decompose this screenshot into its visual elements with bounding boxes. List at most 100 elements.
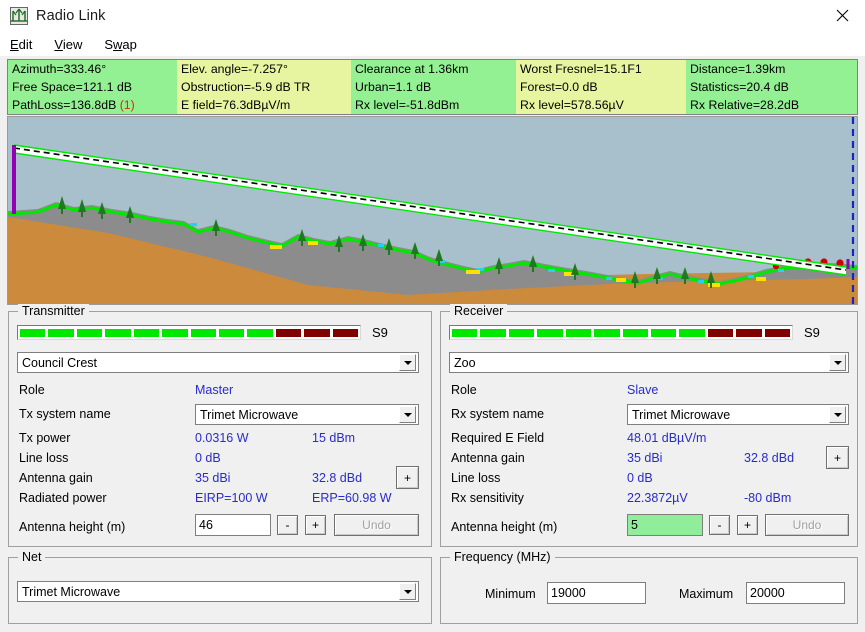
info-clearance: Clearance at 1.36km — [355, 62, 469, 76]
info-row: Azimuth=333.46° Elev. angle=-7.257° Clea… — [8, 60, 857, 78]
receiver-meter-bar — [449, 325, 793, 340]
value-tx-line-loss: 0 dB — [195, 451, 221, 465]
chevron-down-icon[interactable] — [829, 354, 846, 371]
chevron-down-icon[interactable] — [399, 583, 416, 600]
meter-segment — [452, 328, 478, 337]
meter-segment — [537, 328, 563, 337]
receiver-height-decrement-button[interactable]: - — [709, 515, 730, 535]
menu-item-view[interactable]: View — [54, 37, 82, 52]
meter-segment — [332, 328, 359, 337]
meter-segment — [20, 328, 46, 337]
transmitter-height-decrement-button[interactable]: - — [277, 515, 298, 535]
value-tx-erp: ERP=60.98 W — [312, 491, 392, 505]
receiver-site-combo[interactable]: Zoo — [449, 352, 849, 373]
receiver-group: Receiver S9 Zoo Role Slave Rx system nam… — [440, 304, 858, 547]
meter-segment — [480, 328, 506, 337]
info-obstruction: Obstruction=-5.9 dB TR — [177, 78, 351, 96]
meter-segment — [650, 328, 677, 337]
label-rx-antenna-gain: Antenna gain — [451, 451, 525, 465]
info-pathloss-value: PathLoss=136.8dB — [12, 98, 120, 112]
info-distance: Distance=1.39km — [690, 62, 786, 76]
info-free-space: Free Space=121.1 dB — [8, 78, 177, 96]
chevron-down-icon[interactable] — [829, 406, 846, 423]
meter-segment — [304, 328, 330, 337]
info-pathloss-warning: (1) — [119, 98, 135, 112]
transmitter-height-increment-button[interactable]: + — [305, 515, 326, 535]
transmitter-antenna-gain-plus-button[interactable]: + — [396, 466, 419, 489]
label-tx-role: Role — [19, 383, 45, 397]
info-forest: Forest=0.0 dB — [516, 78, 686, 96]
receiver-signal-meter: S9 — [449, 325, 820, 340]
terrain-profile-view[interactable] — [7, 116, 858, 305]
receiver-antenna-height-input[interactable]: 5 — [627, 514, 703, 536]
frequency-minimum-input[interactable]: 19000 — [547, 582, 646, 604]
value-tx-power-dbm: 15 dBm — [312, 431, 356, 445]
meter-segment — [190, 328, 216, 337]
meter-segment — [764, 328, 791, 337]
info-row: PathLoss=136.8dB (1) E field=76.3dBµV/m … — [8, 96, 857, 114]
net-group: Net Trimet Microwave — [8, 550, 432, 624]
meter-segment — [508, 328, 535, 337]
label-rx-antenna-height: Antenna height (m) — [451, 520, 558, 534]
value-tx-antenna-gain-dbi: 35 dBi — [195, 471, 231, 485]
receiver-height-increment-button[interactable]: + — [737, 515, 758, 535]
value-rx-line-loss: 0 dB — [627, 471, 653, 485]
menu-item-edit[interactable]: Edit — [10, 37, 32, 52]
transmitter-meter-label: S9 — [372, 325, 388, 340]
chevron-down-icon[interactable] — [399, 406, 416, 423]
meter-segment — [48, 328, 74, 337]
transmitter-site-combo[interactable]: Council Crest — [17, 352, 419, 373]
link-summary-panel: Azimuth=333.46° Elev. angle=-7.257° Clea… — [7, 59, 858, 115]
meter-segment — [707, 328, 734, 337]
transmitter-site-value: Council Crest — [22, 355, 98, 370]
close-button[interactable] — [819, 0, 865, 31]
transmitter-antenna-height-input[interactable]: 46 — [195, 514, 271, 536]
info-elev-angle: Elev. angle=-7.257° — [177, 60, 351, 78]
label-tx-antenna-gain: Antenna gain — [19, 471, 93, 485]
label-tx-radiated-power: Radiated power — [19, 491, 107, 505]
receiver-undo-button[interactable]: Undo — [765, 514, 849, 536]
title-bar: Radio Link — [0, 0, 865, 32]
receiver-system-combo[interactable]: Trimet Microwave — [627, 404, 849, 425]
meter-segment — [162, 328, 188, 337]
transmitter-signal-meter: S9 — [17, 325, 388, 340]
meter-segment — [565, 328, 592, 337]
receiver-meter-label: S9 — [804, 325, 820, 340]
label-tx-antenna-height: Antenna height (m) — [19, 520, 126, 534]
info-statistics: Statistics=20.4 dB — [686, 78, 857, 96]
info-worst-fresnel: Worst Fresnel=15.1F1 — [516, 60, 686, 78]
label-rx-system-name: Rx system name — [451, 407, 545, 421]
terrain-profile-svg — [8, 117, 857, 304]
transmitter-system-combo[interactable]: Trimet Microwave — [195, 404, 419, 425]
value-rx-sensitivity-uv: 22.3872µV — [627, 491, 688, 505]
antenna-icon — [10, 7, 28, 25]
menu-bar: Edit View Swap — [0, 32, 865, 56]
receiver-antenna-gain-plus-button[interactable]: + — [826, 446, 849, 469]
meter-segment — [76, 328, 103, 337]
transmitter-system-value: Trimet Microwave — [200, 407, 299, 422]
label-frequency-maximum: Maximum — [679, 587, 734, 601]
info-rx-level-dbm: Rx level=-51.8dBm — [355, 98, 460, 112]
label-tx-power: Tx power — [19, 431, 71, 445]
meter-segment — [105, 328, 131, 337]
info-e-field: E field=76.3dBµV/m — [177, 96, 351, 114]
label-rx-sensitivity: Rx sensitivity — [451, 491, 524, 505]
transmitter-undo-button[interactable]: Undo — [334, 514, 419, 536]
net-value: Trimet Microwave — [22, 584, 121, 599]
meter-segment — [218, 328, 245, 337]
label-tx-line-loss: Line loss — [19, 451, 69, 465]
info-rx-relative: Rx Relative=28.2dB — [690, 98, 800, 112]
meter-segment — [679, 328, 705, 337]
frequency-group-title: Frequency (MHz) — [450, 550, 555, 564]
chevron-down-icon[interactable] — [399, 354, 416, 371]
frequency-maximum-input[interactable]: 20000 — [746, 582, 845, 604]
receiver-site-value: Zoo — [454, 355, 476, 370]
menu-item-swap[interactable]: Swap — [104, 37, 137, 52]
value-tx-eirp: EIRP=100 W — [195, 491, 268, 505]
receiver-group-title: Receiver — [450, 304, 508, 318]
transmitter-meter-bar — [17, 325, 361, 340]
info-urban: Urban=1.1 dB — [351, 78, 516, 96]
meter-segment — [622, 328, 648, 337]
label-frequency-minimum: Minimum — [485, 587, 536, 601]
net-combo[interactable]: Trimet Microwave — [17, 581, 419, 602]
